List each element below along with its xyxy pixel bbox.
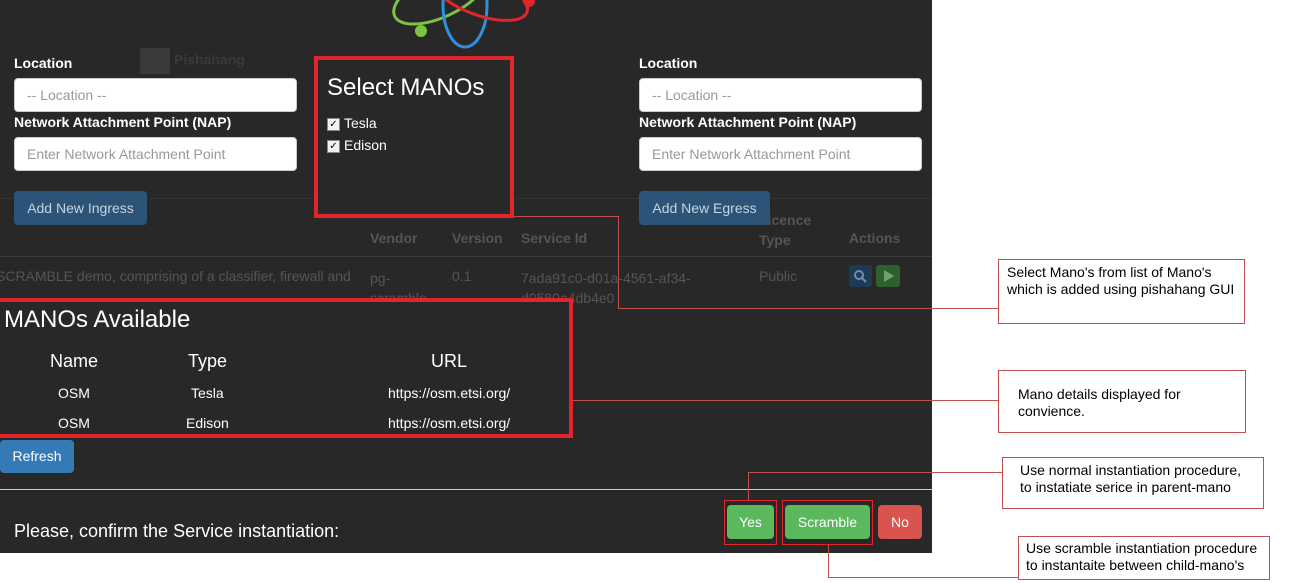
logo-text: Pishahang (174, 51, 245, 68)
table-header-version: Version (452, 230, 503, 246)
mano-option-tesla[interactable]: ✓ Tesla (327, 115, 377, 131)
callout-normal-instantiation: Use normal instantiation procedure, to i… (1002, 457, 1264, 509)
scramble-button[interactable]: Scramble (785, 505, 870, 539)
select-manos-panel: Select MANOs ✓ Tesla ✓ Edison (314, 56, 514, 218)
mano-row-2-name: OSM (58, 415, 90, 431)
table-header-vendor: Vendor (370, 230, 418, 246)
add-new-egress-button[interactable]: Add New Egress (639, 191, 770, 225)
mano-row-1-url: https://osm.etsi.org/ (388, 385, 511, 401)
search-action-button[interactable] (849, 265, 872, 287)
connector-line (514, 216, 618, 217)
yes-button[interactable]: Yes (727, 505, 774, 539)
table-header-service-id: Service Id (521, 230, 588, 246)
row-description: SCRAMBLE demo, comprising of a classifie… (0, 268, 351, 284)
service-instantiation-modal: Pishahang Vendor Version Service Id Lice… (0, 0, 932, 553)
table-row-divider (0, 256, 932, 257)
mano-row-2-type: Edison (186, 415, 229, 431)
select-manos-title: Select MANOs (327, 74, 485, 101)
logo-mark-icon (140, 48, 170, 74)
play-icon (884, 270, 894, 282)
mano-row-1-name: OSM (58, 385, 90, 401)
row-version: 0.1 (452, 268, 472, 284)
connector-line (748, 472, 749, 500)
ingress-location-label: Location (14, 55, 73, 71)
search-icon (854, 270, 867, 283)
manos-available-title: MANOs Available (4, 306, 191, 333)
vendor-line-1: pg- (370, 270, 391, 286)
egress-location-label: Location (639, 55, 698, 71)
callout-mano-details: Mano details displayed for convience. (998, 370, 1246, 433)
tesla-checkbox[interactable]: ✓ (327, 117, 340, 131)
ingress-nap-input[interactable]: Enter Network Attachment Point (14, 137, 297, 171)
mano-row-1-type: Tesla (191, 385, 224, 401)
add-new-ingress-button[interactable]: Add New Ingress (14, 191, 147, 225)
egress-nap-input[interactable]: Enter Network Attachment Point (639, 137, 922, 171)
callout-scramble-instantiation: Use scramble instantiation procedure to … (1018, 536, 1270, 580)
pishahang-logo: Pishahang (140, 48, 245, 74)
footer-divider (0, 489, 932, 490)
row-licence: Public (759, 268, 798, 284)
connector-line (748, 472, 873, 473)
ingress-location-select[interactable]: -- Location -- (14, 78, 297, 112)
service-id-line-1: 7ada91c0-d01a-4561-af34- (521, 270, 691, 286)
egress-nap-label: Network Attachment Point (NAP) (639, 114, 857, 130)
mano-option-edison[interactable]: ✓ Edison (327, 137, 387, 153)
connector-line (828, 577, 1020, 578)
refresh-button[interactable]: Refresh (0, 440, 74, 473)
tesla-option-label: Tesla (344, 115, 377, 131)
connector-line (873, 472, 1003, 473)
manos-header-url: URL (431, 351, 468, 371)
confirm-text: Please, confirm the Service instantiatio… (14, 521, 340, 541)
edison-checkbox[interactable]: ✓ (327, 139, 340, 153)
ingress-nap-label: Network Attachment Point (NAP) (14, 114, 232, 130)
connector-line (618, 308, 998, 309)
manos-header-name: Name (50, 351, 99, 371)
edison-option-label: Edison (344, 137, 387, 153)
egress-location-select[interactable]: -- Location -- (639, 78, 922, 112)
callout-select-manos: Select Mano's from list of Mano's which … (998, 259, 1245, 324)
play-action-button[interactable] (876, 265, 900, 287)
manos-available-panel: MANOs Available Name Type URL OSM Tesla … (0, 298, 573, 438)
connector-line (618, 216, 619, 308)
table-header-actions: Actions (849, 230, 901, 246)
licence-line-2: Type (759, 232, 791, 248)
atom-logo-icon (392, 0, 535, 49)
connector-line (828, 545, 829, 577)
mano-row-2-url: https://osm.etsi.org/ (388, 415, 511, 431)
manos-header-type: Type (188, 351, 228, 371)
connector-line (573, 400, 998, 401)
no-button[interactable]: No (878, 505, 922, 539)
